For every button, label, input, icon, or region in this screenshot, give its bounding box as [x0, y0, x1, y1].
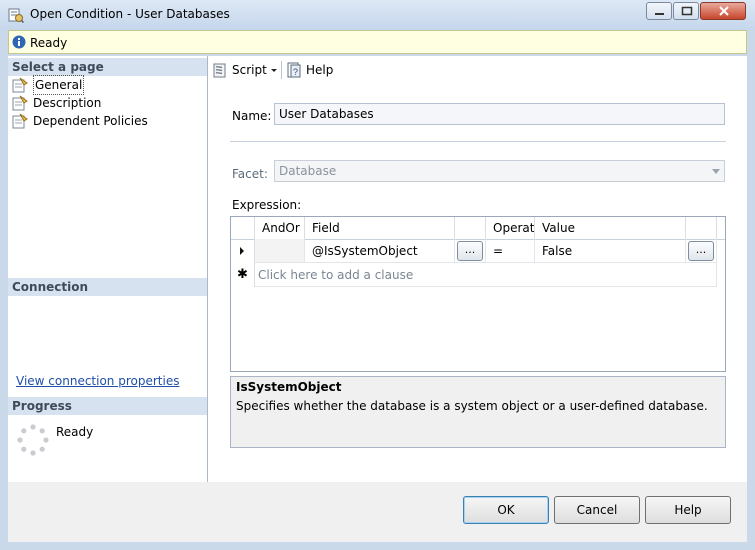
expression-grid: AndOr Field Operatc Value @IsSystemObjec…: [230, 216, 726, 372]
column-header-field[interactable]: Field: [305, 217, 455, 239]
chevron-down-icon: [712, 169, 720, 174]
column-header-operator[interactable]: Operatc: [486, 217, 535, 239]
dialog-window: Open Condition - User Databases Ready Se…: [0, 0, 755, 550]
title-bar[interactable]: Open Condition - User Databases: [0, 0, 755, 30]
field-button-cell: ...: [455, 239, 486, 263]
new-row-indicator: ✱: [231, 263, 255, 287]
column-header-field-button: [455, 217, 486, 239]
facet-select[interactable]: Database: [274, 160, 725, 182]
operator-cell[interactable]: =: [486, 239, 535, 263]
condition-icon: [8, 8, 24, 23]
minimize-button[interactable]: [646, 2, 672, 20]
maximize-icon: [681, 6, 693, 16]
name-field[interactable]: User Databases: [274, 103, 725, 125]
row-pointer-icon: [240, 247, 244, 255]
status-bar: Ready: [8, 30, 747, 54]
new-clause-row[interactable]: ✱ Click here to add a clause: [231, 263, 725, 287]
page-icon: [12, 95, 28, 111]
help-button[interactable]: Help: [645, 496, 731, 524]
script-icon: [213, 63, 226, 78]
column-header-value[interactable]: Value: [535, 217, 686, 239]
script-button[interactable]: Script: [212, 60, 278, 80]
left-pane: Select a page General Description Depend…: [8, 56, 208, 482]
description-text: Specifies whether the database is a syst…: [236, 399, 708, 413]
cancel-button[interactable]: Cancel: [554, 496, 640, 524]
chevron-down-icon: [271, 69, 277, 72]
toolbar-separator: [281, 61, 282, 79]
connection-header: Connection: [8, 278, 207, 296]
right-pane: Script ? Help Name: User Databases Facet…: [208, 56, 747, 482]
page-item-label: General: [33, 75, 85, 95]
page-item-label: Description: [33, 96, 102, 110]
svg-text:?: ?: [293, 67, 298, 77]
script-label: Script: [232, 63, 267, 77]
name-label: Name:: [232, 109, 272, 123]
progress-header: Progress: [8, 397, 207, 415]
andor-cell[interactable]: [255, 239, 305, 263]
info-icon: [12, 35, 26, 49]
button-bar: OK Cancel Help: [8, 482, 747, 542]
grid-corner-cell: [231, 217, 255, 239]
add-clause-placeholder[interactable]: Click here to add a clause: [255, 263, 717, 287]
table-row[interactable]: @IsSystemObject ... = False ...: [231, 239, 725, 263]
close-button[interactable]: [700, 2, 746, 20]
field-ellipsis-button[interactable]: ...: [457, 241, 483, 261]
description-panel: IsSystemObject Specifies whether the dat…: [230, 376, 726, 448]
facet-label: Facet:: [232, 167, 268, 181]
column-header-andor[interactable]: AndOr: [255, 217, 305, 239]
progress-spinner-icon: [17, 424, 49, 456]
status-text: Ready: [30, 36, 68, 50]
help-icon: ?: [287, 62, 301, 78]
description-title: IsSystemObject: [236, 380, 342, 394]
help-toolbar-label: Help: [306, 63, 334, 77]
grid-header: AndOr Field Operatc Value: [231, 217, 725, 240]
minimize-icon: [655, 13, 664, 15]
close-icon: [719, 6, 729, 16]
value-cell[interactable]: False: [535, 239, 686, 263]
divider: [230, 141, 726, 142]
select-page-header: Select a page: [8, 58, 207, 76]
view-connection-properties-link[interactable]: View connection properties: [16, 374, 179, 388]
page-item-label: Dependent Policies: [33, 114, 148, 128]
expression-label: Expression:: [232, 198, 302, 212]
help-toolbar-button[interactable]: ? Help: [286, 60, 336, 80]
value-ellipsis-button[interactable]: ...: [688, 241, 714, 261]
row-indicator[interactable]: [231, 239, 255, 263]
facet-value: Database: [279, 164, 337, 178]
page-icon: [12, 77, 28, 93]
maximize-button[interactable]: [673, 2, 699, 20]
column-header-value-button: [686, 217, 717, 239]
window-title: Open Condition - User Databases: [30, 7, 230, 21]
page-icon: [12, 113, 28, 129]
progress-status: Ready: [56, 425, 94, 439]
value-button-cell: ...: [686, 239, 717, 263]
field-cell[interactable]: @IsSystemObject: [305, 239, 455, 263]
ok-button[interactable]: OK: [463, 496, 549, 524]
